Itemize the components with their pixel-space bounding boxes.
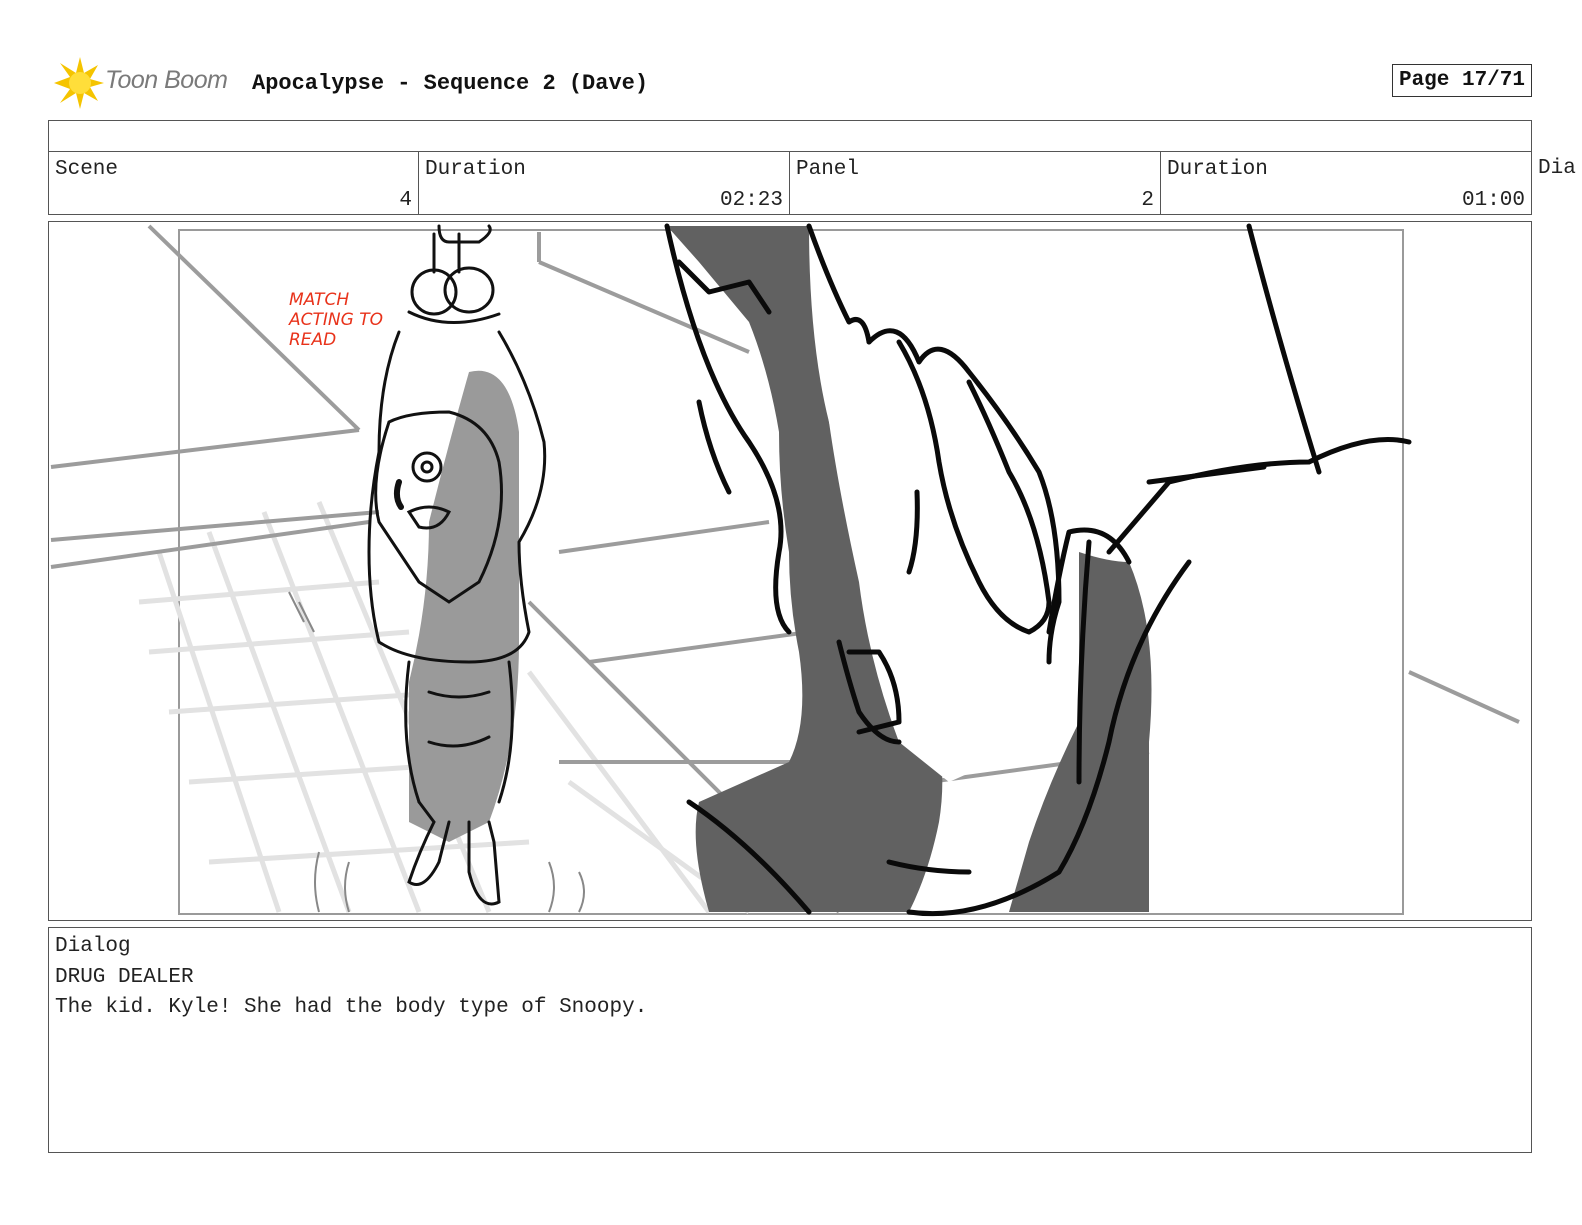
- page-header: Toon Boom Apocalypse - Sequence 2 (Dave)…: [50, 55, 1532, 115]
- dialog-speaker: DRUG DEALER: [55, 966, 194, 989]
- toon-boom-logo: Toon Boom: [50, 55, 240, 111]
- dialog-box: Dialog DRUG DEALER The kid. Kyle! She ha…: [48, 927, 1532, 1153]
- title-row: [48, 120, 1532, 152]
- scene-duration-value: 02:23: [719, 189, 783, 212]
- panel-duration-label: Duration: [1167, 158, 1268, 181]
- panel-cell: Panel 2: [790, 152, 1161, 214]
- dialog-line: The kid. Kyle! She had the body type of …: [55, 996, 648, 1019]
- panel-duration-cell: Duration 01:00: [1161, 152, 1531, 214]
- scene-cell: Scene 4: [49, 152, 419, 214]
- panel-value: 2: [1141, 189, 1154, 212]
- document-title: Apocalypse - Sequence 2 (Dave): [252, 71, 649, 96]
- scene-duration-label: Duration: [425, 158, 526, 181]
- scene-value: 4: [399, 189, 412, 212]
- panel-info-row: Scene 4 Duration 02:23 Panel 2 Duration …: [48, 151, 1532, 215]
- dialog-label: Dialog: [55, 935, 131, 958]
- starburst-icon: [54, 57, 104, 109]
- dialog-column-label-cut: Dia: [1538, 157, 1576, 180]
- scene-label: Scene: [55, 158, 119, 181]
- page-number: Page 17/71: [1391, 64, 1532, 97]
- panel-duration-value: 01:00: [1461, 189, 1525, 212]
- panel-label: Panel: [796, 158, 860, 181]
- annotation-note: MATCH ACTING TO READ: [289, 290, 383, 350]
- logo-text: Toon Boom: [105, 66, 228, 94]
- scene-duration-cell: Duration 02:23: [419, 152, 790, 214]
- storyboard-sketch: [50, 223, 1520, 917]
- storyboard-panel: MATCH ACTING TO READ: [48, 221, 1532, 921]
